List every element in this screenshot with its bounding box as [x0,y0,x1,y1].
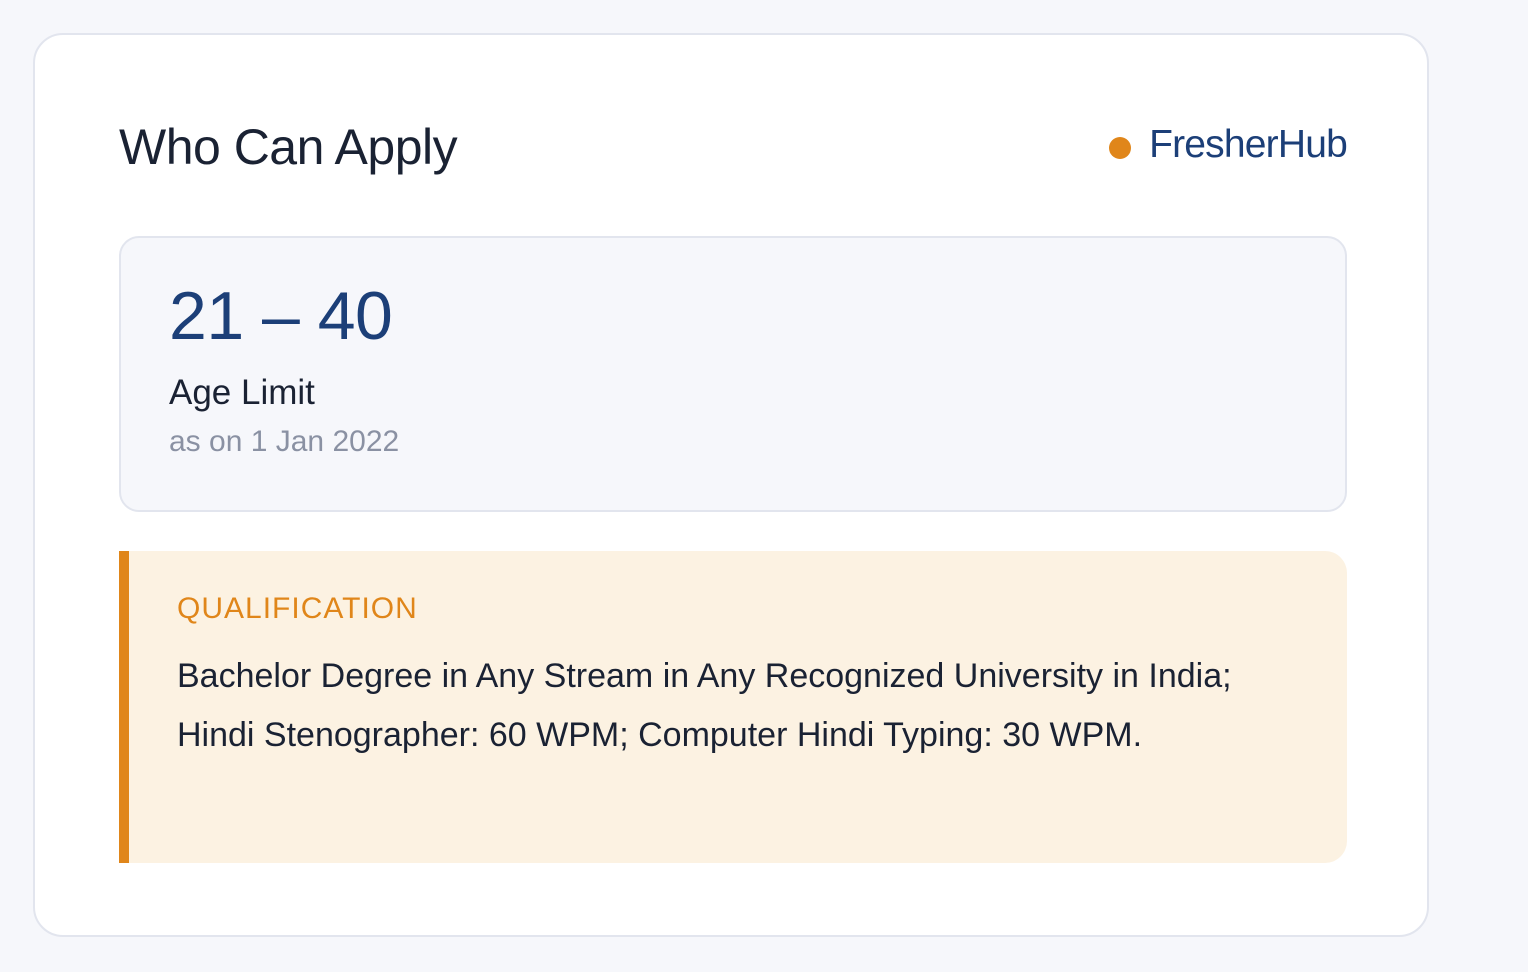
age-limit-label: Age Limit [169,373,315,412]
brand-name: FresherHub [1149,123,1348,166]
qualification-heading: QUALIFICATION [177,592,418,625]
section-title: Who Can Apply [119,119,458,175]
brand-dot-icon [1109,137,1132,159]
age-limit-value: 21 – 40 [169,278,393,354]
qualification-box: QUALIFICATION Bachelor Degree in Any Str… [119,551,1347,863]
who-can-apply-card: Who Can Apply FresherHub 21 – 40 Age Lim… [33,33,1429,937]
age-limit-box: 21 – 40 Age Limit as on 1 Jan 2022 [119,236,1347,512]
card-header: Who Can Apply FresherHub [119,115,1348,179]
age-limit-note: as on 1 Jan 2022 [169,425,400,458]
brand-badge: FresherHub [1109,123,1348,167]
qualification-text: Bachelor Degree in Any Stream in Any Rec… [177,657,1232,754]
